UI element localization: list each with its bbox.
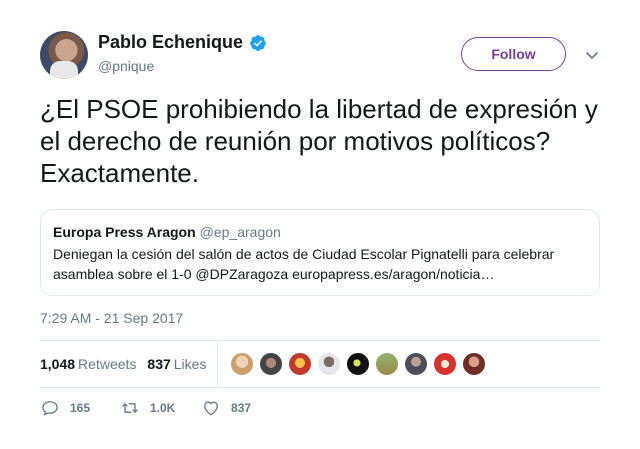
liker-avatar[interactable] [230,352,254,376]
reply-action[interactable]: 165 [40,398,120,418]
retweet-count: 1.0K [150,401,176,415]
verified-badge-icon [250,34,266,51]
chevron-down-icon[interactable] [584,47,600,63]
tweet-header: Pablo Echenique @pnique Follow [40,31,600,79]
liker-avatar[interactable] [259,352,283,376]
follow-button[interactable]: Follow [461,37,566,71]
liker-avatars [230,352,486,376]
stats-divider [217,341,218,388]
like-action[interactable]: 837 [201,398,251,418]
tweet-text: ¿El PSOE prohibiendo la libertad de expr… [40,94,598,188]
likes-stat[interactable]: 837 Likes [147,356,206,372]
quoted-author-name: Europa Press Aragon [53,224,196,240]
likes-count: 837 [147,356,171,372]
likes-label: Likes [173,356,207,372]
reply-count: 165 [70,401,91,415]
reply-icon [42,401,58,416]
liker-avatar[interactable] [404,352,428,376]
quoted-author-handle: @ep_aragon [199,224,281,240]
tweet-timestamp[interactable]: 7:29 AM - 21 Sep 2017 [40,310,183,326]
retweets-label: Retweets [78,356,137,372]
avatar[interactable] [40,31,88,79]
author-handle[interactable]: @pnique [98,58,154,74]
retweet-icon [122,403,138,413]
retweet-action[interactable]: 1.0K [120,398,201,418]
like-count: 837 [231,401,252,415]
liker-avatar[interactable] [462,352,486,376]
tweet-actions: 165 1.0K 837 [40,398,251,418]
tweet-stats: 1,048 Retweets 837 Likes [40,340,600,388]
quoted-tweet-text: Deniegan la cesión del salón de actos de… [53,246,555,282]
quoted-tweet[interactable]: Europa Press Aragon @ep_aragon Deniegan l… [40,209,600,296]
retweets-stat[interactable]: 1,048 Retweets [40,356,136,372]
heart-icon [204,401,218,416]
liker-avatar[interactable] [288,352,312,376]
liker-avatar[interactable] [375,352,399,376]
quoted-tweet-header: Europa Press Aragon @ep_aragon [53,223,587,241]
liker-avatar[interactable] [433,352,457,376]
retweets-count: 1,048 [40,356,76,372]
liker-avatar[interactable] [346,352,370,376]
author-name-row: Pablo Echenique [98,32,267,53]
liker-avatar[interactable] [317,352,341,376]
author-name[interactable]: Pablo Echenique [98,32,243,53]
